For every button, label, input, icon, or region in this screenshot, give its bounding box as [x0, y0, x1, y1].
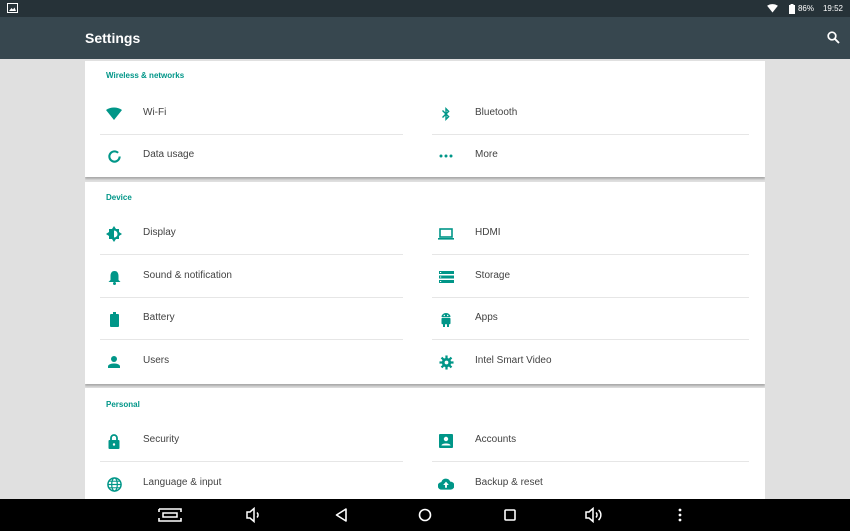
storage-icon — [438, 269, 454, 285]
overflow-menu-icon[interactable] — [671, 506, 689, 524]
setting-label: HDMI — [475, 227, 501, 238]
android-icon — [438, 311, 454, 327]
app-bar: Settings — [0, 17, 850, 59]
section-header: Wireless & networks — [106, 71, 185, 80]
section-header: Personal — [106, 400, 140, 409]
section-device: Device Display HDMI Sound & notification — [85, 182, 765, 384]
divider — [432, 461, 749, 462]
image-notification-icon — [7, 3, 18, 13]
setting-intel-smart-video[interactable]: Intel Smart Video — [85, 341, 749, 383]
volume-up-icon[interactable] — [585, 506, 605, 524]
setting-label: Backup & reset — [475, 477, 543, 488]
home-icon[interactable] — [416, 506, 434, 524]
divider — [432, 339, 749, 340]
navigation-bar — [0, 499, 850, 531]
search-icon[interactable] — [827, 31, 840, 44]
divider — [432, 254, 749, 255]
bluetooth-icon — [438, 106, 454, 122]
setting-label: Intel Smart Video — [475, 355, 552, 366]
status-bar: 86% 19:52 — [0, 0, 850, 17]
setting-label: Apps — [475, 312, 498, 323]
account-box-icon — [438, 433, 454, 449]
more-dots-icon — [438, 148, 454, 164]
laptop-icon — [438, 226, 454, 242]
clock: 19:52 — [822, 4, 843, 13]
volume-down-icon[interactable] — [245, 506, 263, 524]
gear-icon — [438, 354, 454, 370]
section-wireless-networks: Wireless & networks Wi-Fi Bluetooth Data… — [85, 61, 765, 177]
screenshot-icon[interactable] — [158, 506, 182, 524]
recents-icon[interactable] — [501, 506, 519, 524]
setting-storage[interactable]: Storage — [85, 256, 749, 298]
setting-apps[interactable]: Apps — [85, 298, 749, 340]
setting-more[interactable]: More — [85, 135, 749, 177]
battery-percent: 86% — [797, 4, 814, 13]
wifi-signal-icon — [767, 4, 778, 13]
back-icon[interactable] — [332, 506, 350, 524]
setting-bluetooth[interactable]: Bluetooth — [85, 93, 749, 135]
settings-list[interactable]: Wireless & networks Wi-Fi Bluetooth Data… — [85, 59, 765, 499]
setting-backup-reset[interactable]: Backup & reset — [85, 463, 749, 499]
battery-icon — [788, 3, 795, 14]
section-personal: Personal Security Accounts Language & in… — [85, 388, 765, 499]
setting-hdmi[interactable]: HDMI — [85, 213, 749, 255]
section-header: Device — [106, 193, 132, 202]
setting-label: Bluetooth — [475, 107, 518, 118]
page-title: Settings — [85, 30, 141, 46]
setting-label: More — [475, 149, 498, 160]
setting-label: Accounts — [475, 434, 517, 445]
setting-accounts[interactable]: Accounts — [85, 420, 749, 462]
setting-label: Storage — [475, 270, 511, 281]
cloud-upload-icon — [438, 476, 454, 492]
